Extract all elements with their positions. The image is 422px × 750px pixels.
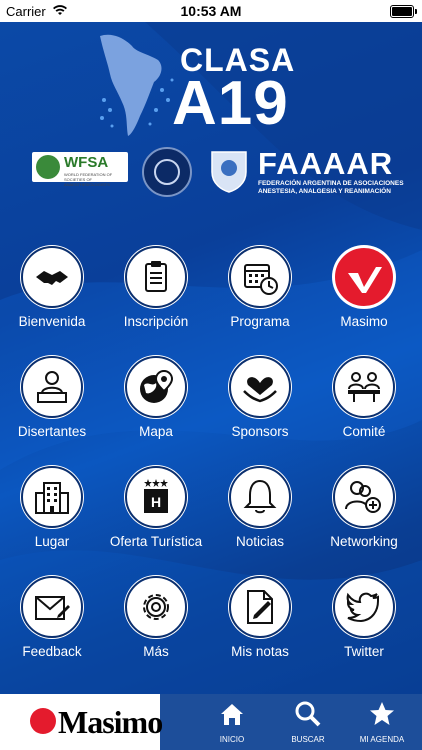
star-icon: [370, 702, 394, 725]
search-icon: [295, 701, 321, 727]
faaaar-shield-icon: [211, 151, 247, 193]
svg-text:H: H: [151, 494, 161, 510]
tab-bar: Masimo INICIO BUSCAR MI AGENDA: [0, 694, 422, 750]
tab-mi-agenda[interactable]: MI AGENDA: [350, 694, 414, 750]
event-title-line2: A19: [172, 69, 289, 138]
wfsa-logo: WFSA WORLD FEDERATION OF SOCIETIES OF AN…: [32, 152, 128, 187]
wfsa-mark-icon: [36, 155, 60, 179]
menu-item-oferta-turistica[interactable]: H Oferta Turística: [104, 466, 208, 549]
menu-label: Feedback: [22, 644, 82, 659]
tab-label: MI AGENDA: [359, 735, 405, 744]
masimo-logo-icon: [348, 267, 382, 293]
faaaar-subtitle: FEDERACIÓN ARGENTINA DE ASOCIACIONES ANE…: [258, 180, 404, 196]
home-icon: [221, 704, 243, 725]
meeting-table-icon: [348, 372, 380, 402]
faaaar-subtitle-line1: FEDERACIÓN ARGENTINA DE ASOCIACIONES: [258, 180, 404, 187]
menu-label: Programa: [230, 314, 290, 329]
menu-label: Masimo: [340, 314, 388, 329]
add-user-icon: [345, 481, 381, 513]
tab-inicio[interactable]: INICIO: [200, 694, 264, 750]
building-icon: [35, 482, 69, 514]
battery-icon: [390, 5, 417, 18]
faaaar-subtitle-line2: ANESTESIA, ANALGESIA Y REANIMACIÓN: [258, 188, 391, 195]
menu-label: Mapa: [139, 424, 173, 439]
menu-label: Lugar: [34, 534, 70, 549]
speaker-podium-icon: [37, 371, 67, 403]
menu-item-disertantes[interactable]: Disertantes: [0, 356, 104, 439]
faaaar-logo: FAAAAR: [258, 146, 394, 181]
menu-label: Inscripción: [123, 314, 189, 329]
menu-label: Disertantes: [17, 424, 87, 439]
envelope-pencil-icon: [35, 596, 70, 620]
twitter-bird-icon: [346, 592, 379, 623]
hotel-icon: H: [144, 479, 168, 513]
menu-item-inscripcion[interactable]: Inscripción: [104, 246, 208, 329]
tab-label: BUSCAR: [291, 735, 325, 744]
menu-item-comite[interactable]: Comité: [312, 356, 416, 439]
menu-label: Networking: [330, 534, 398, 549]
menu-item-bienvenida[interactable]: Bienvenida: [0, 246, 104, 329]
menu-item-twitter[interactable]: Twitter: [312, 576, 416, 659]
event-header: CLASA A19 WFSA WORLD FEDERATION OF SOCIE…: [0, 22, 422, 232]
menu-label: Más: [143, 644, 169, 659]
menu-item-lugar[interactable]: Lugar: [0, 466, 104, 549]
menu-item-noticias[interactable]: Noticias: [208, 466, 312, 549]
menu-label: Mis notas: [231, 644, 289, 659]
menu-item-mis-notas[interactable]: Mis notas: [208, 576, 312, 659]
sponsor-logos: WFSA WORLD FEDERATION OF SOCIETIES OF AN…: [0, 140, 422, 202]
handshake-icon: [36, 271, 68, 285]
menu-item-sponsors[interactable]: Sponsors: [208, 356, 312, 439]
calendar-clock-icon: [244, 264, 278, 295]
menu-item-mas[interactable]: Más: [104, 576, 208, 659]
menu-label: Comité: [342, 424, 386, 439]
bell-icon: [243, 479, 277, 514]
menu-label: Noticias: [235, 534, 284, 549]
gear-icon: [143, 594, 169, 620]
menu-item-networking[interactable]: Networking: [312, 466, 416, 549]
menu-item-mapa[interactable]: Mapa: [104, 356, 208, 439]
menu-item-masimo[interactable]: Masimo: [312, 246, 416, 329]
menu-label: Oferta Turística: [109, 534, 203, 549]
note-pencil-icon: [247, 590, 273, 624]
menu-label: Sponsors: [231, 424, 289, 439]
association-seal-icon: [142, 147, 192, 197]
wfsa-label: WFSA: [64, 154, 109, 171]
masimo-banner[interactable]: Masimo: [0, 694, 163, 750]
masimo-wordmark: Masimo: [58, 704, 163, 740]
menu-item-feedback[interactable]: Feedback: [0, 576, 104, 659]
menu-label: Bienvenida: [18, 314, 86, 329]
clipboard-icon: [145, 261, 167, 292]
status-bar: Carrier 10:53 AM: [0, 0, 422, 22]
clock: 10:53 AM: [180, 3, 242, 19]
tab-buscar[interactable]: BUSCAR: [276, 694, 340, 750]
latin-america-map-icon: [100, 34, 174, 136]
masimo-mark-icon: [30, 708, 56, 734]
heart-hands-icon: [243, 377, 277, 403]
globe-pin-icon: [140, 369, 174, 403]
menu-item-programa[interactable]: Programa: [208, 246, 312, 329]
tab-label: INICIO: [219, 735, 245, 744]
menu-label: Twitter: [344, 644, 384, 659]
wfsa-sub: WORLD FEDERATION OF SOCIETIES OF ANAESTH…: [64, 172, 113, 187]
